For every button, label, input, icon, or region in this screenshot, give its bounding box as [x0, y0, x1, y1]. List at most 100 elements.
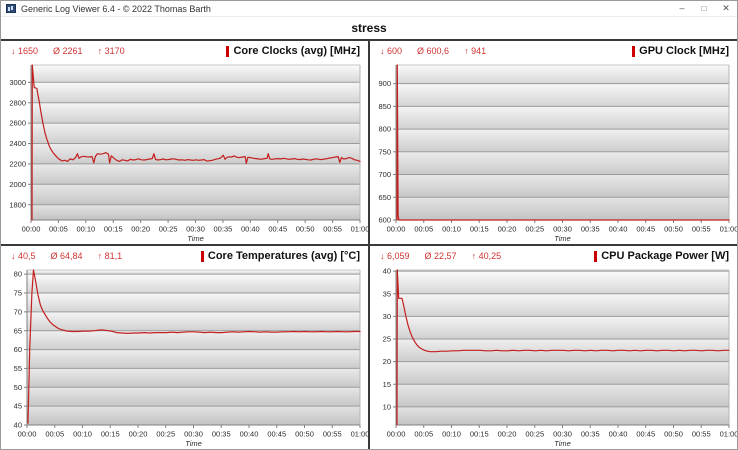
svg-text:40: 40	[383, 267, 391, 276]
core-clocks-plot[interactable]: 1800 2000 2200 2400 2600 2800 3000 00:00 00:05 00…	[1, 61, 368, 244]
svg-text:00:30: 00:30	[186, 225, 205, 234]
svg-text:00:40: 00:40	[241, 225, 260, 234]
minimize-button[interactable]: –	[671, 1, 693, 16]
svg-text:00:35: 00:35	[581, 430, 600, 439]
svg-text:00:55: 00:55	[692, 225, 711, 234]
svg-text:Time: Time	[185, 439, 202, 448]
maximize-button[interactable]: □	[693, 1, 715, 16]
svg-text:00:10: 00:10	[442, 430, 461, 439]
stat-max: ↑ 81,1	[97, 251, 123, 261]
svg-text:01:00: 01:00	[351, 430, 368, 439]
svg-text:00:15: 00:15	[104, 225, 123, 234]
svg-text:00:30: 00:30	[553, 225, 572, 234]
svg-text:50: 50	[14, 383, 22, 392]
chart-title: Core Clocks (avg) [MHz]	[233, 45, 360, 57]
svg-text:00:35: 00:35	[581, 225, 600, 234]
svg-text:Time: Time	[187, 234, 204, 243]
chart-stats: ↓ 40,5 Ø 64,84 ↑ 81,1	[11, 251, 122, 261]
stat-max: ↑ 941	[464, 46, 487, 56]
svg-text:1800: 1800	[9, 200, 26, 209]
svg-text:00:05: 00:05	[45, 430, 64, 439]
stat-avg: Ø 600,6	[417, 46, 450, 56]
chart-title: Core Temperatures (avg) [°C]	[207, 250, 360, 262]
svg-text:60: 60	[14, 345, 22, 354]
svg-text:00:20: 00:20	[498, 430, 517, 439]
svg-text:00:10: 00:10	[73, 430, 92, 439]
svg-text:00:15: 00:15	[101, 430, 120, 439]
chart-title: CPU Package Power [W]	[601, 250, 729, 262]
svg-text:00:35: 00:35	[214, 225, 233, 234]
svg-text:2400: 2400	[9, 139, 26, 148]
svg-text:00:10: 00:10	[442, 225, 461, 234]
app-icon	[6, 4, 16, 13]
svg-text:00:25: 00:25	[525, 430, 544, 439]
svg-text:01:00: 01:00	[351, 225, 368, 234]
svg-text:00:20: 00:20	[498, 225, 517, 234]
stat-max: ↑ 40,25	[471, 251, 502, 261]
app-window: Generic Log Viewer 6.4 - © 2022 Thomas B…	[0, 0, 738, 450]
series-color-bar	[632, 45, 636, 57]
core-temperatures-plot[interactable]: 40 45 50 55 60 65 70 75 80 00:00 00:05 00:10 00:15 00…	[1, 266, 368, 449]
svg-text:00:00: 00:00	[387, 430, 406, 439]
svg-text:00:25: 00:25	[156, 430, 175, 439]
svg-text:00:45: 00:45	[268, 225, 287, 234]
chart-panel-core-clocks: ↓ 1650 Ø 2261 ↑ 3170 Core Clocks (avg) […	[1, 41, 368, 244]
svg-text:65: 65	[14, 326, 22, 335]
svg-text:00:40: 00:40	[609, 225, 628, 234]
svg-text:00:20: 00:20	[131, 225, 150, 234]
title-bar: Generic Log Viewer 6.4 - © 2022 Thomas B…	[1, 1, 737, 17]
svg-text:00:20: 00:20	[129, 430, 148, 439]
svg-text:00:00: 00:00	[22, 225, 41, 234]
svg-text:00:35: 00:35	[212, 430, 231, 439]
svg-text:Time: Time	[554, 234, 571, 243]
svg-text:2000: 2000	[9, 180, 26, 189]
svg-text:00:50: 00:50	[296, 225, 315, 234]
svg-text:00:05: 00:05	[414, 225, 433, 234]
svg-text:25: 25	[383, 335, 391, 344]
svg-text:01:00: 01:00	[720, 225, 737, 234]
svg-text:00:05: 00:05	[49, 225, 68, 234]
svg-text:00:00: 00:00	[387, 225, 406, 234]
svg-text:800: 800	[378, 125, 391, 134]
chart-title-row: CPU Package Power [W]	[594, 250, 729, 262]
stat-avg: Ø 2261	[53, 46, 83, 56]
svg-text:55: 55	[14, 364, 22, 373]
stat-avg: Ø 22,57	[424, 251, 457, 261]
stat-min: ↓ 6,059	[380, 251, 410, 261]
svg-text:00:55: 00:55	[692, 430, 711, 439]
svg-text:20: 20	[383, 357, 391, 366]
svg-text:00:30: 00:30	[184, 430, 203, 439]
svg-text:00:15: 00:15	[470, 430, 489, 439]
svg-text:01:00: 01:00	[720, 430, 737, 439]
stat-max: ↑ 3170	[97, 46, 125, 56]
svg-text:00:50: 00:50	[664, 430, 683, 439]
close-button[interactable]: ✕	[715, 1, 737, 16]
stat-min: ↓ 40,5	[11, 251, 36, 261]
chart-stats: ↓ 600 Ø 600,6 ↑ 941	[380, 46, 486, 56]
svg-text:35: 35	[383, 289, 391, 298]
chart-title-row: Core Clocks (avg) [MHz]	[226, 45, 360, 57]
svg-text:00:10: 00:10	[76, 225, 95, 234]
cpu-package-power-plot[interactable]: 10 15 20 25 30 35 40 00:00 00:05 00:10 00:15 00:20 0…	[370, 266, 737, 449]
charts-grid: ↓ 1650 Ø 2261 ↑ 3170 Core Clocks (avg) […	[1, 41, 737, 449]
stat-min: ↓ 600	[380, 46, 403, 56]
chart-stats: ↓ 6,059 Ø 22,57 ↑ 40,25	[380, 251, 501, 261]
svg-text:00:25: 00:25	[525, 225, 544, 234]
window-controls: – □ ✕	[671, 1, 737, 16]
svg-text:00:55: 00:55	[323, 430, 342, 439]
gpu-clock-plot[interactable]: 600 650 700 750 800 850 900 00:00 00:05 00:10 00:1…	[370, 61, 737, 244]
window-title: Generic Log Viewer 6.4 - © 2022 Thomas B…	[21, 3, 211, 14]
series-color-bar	[594, 250, 598, 262]
svg-text:00:45: 00:45	[636, 225, 655, 234]
stat-min: ↓ 1650	[11, 46, 39, 56]
svg-text:00:55: 00:55	[323, 225, 342, 234]
svg-text:600: 600	[378, 216, 391, 225]
svg-text:00:15: 00:15	[470, 225, 489, 234]
svg-text:00:50: 00:50	[664, 225, 683, 234]
series-color-bar	[226, 45, 230, 57]
chart-stats: ↓ 1650 Ø 2261 ↑ 3170	[11, 46, 125, 56]
svg-text:3000: 3000	[9, 78, 26, 87]
chart-panel-cpu-package-power: ↓ 6,059 Ø 22,57 ↑ 40,25 CPU Package Powe…	[370, 246, 737, 449]
svg-text:00:30: 00:30	[553, 430, 572, 439]
svg-text:00:40: 00:40	[240, 430, 259, 439]
